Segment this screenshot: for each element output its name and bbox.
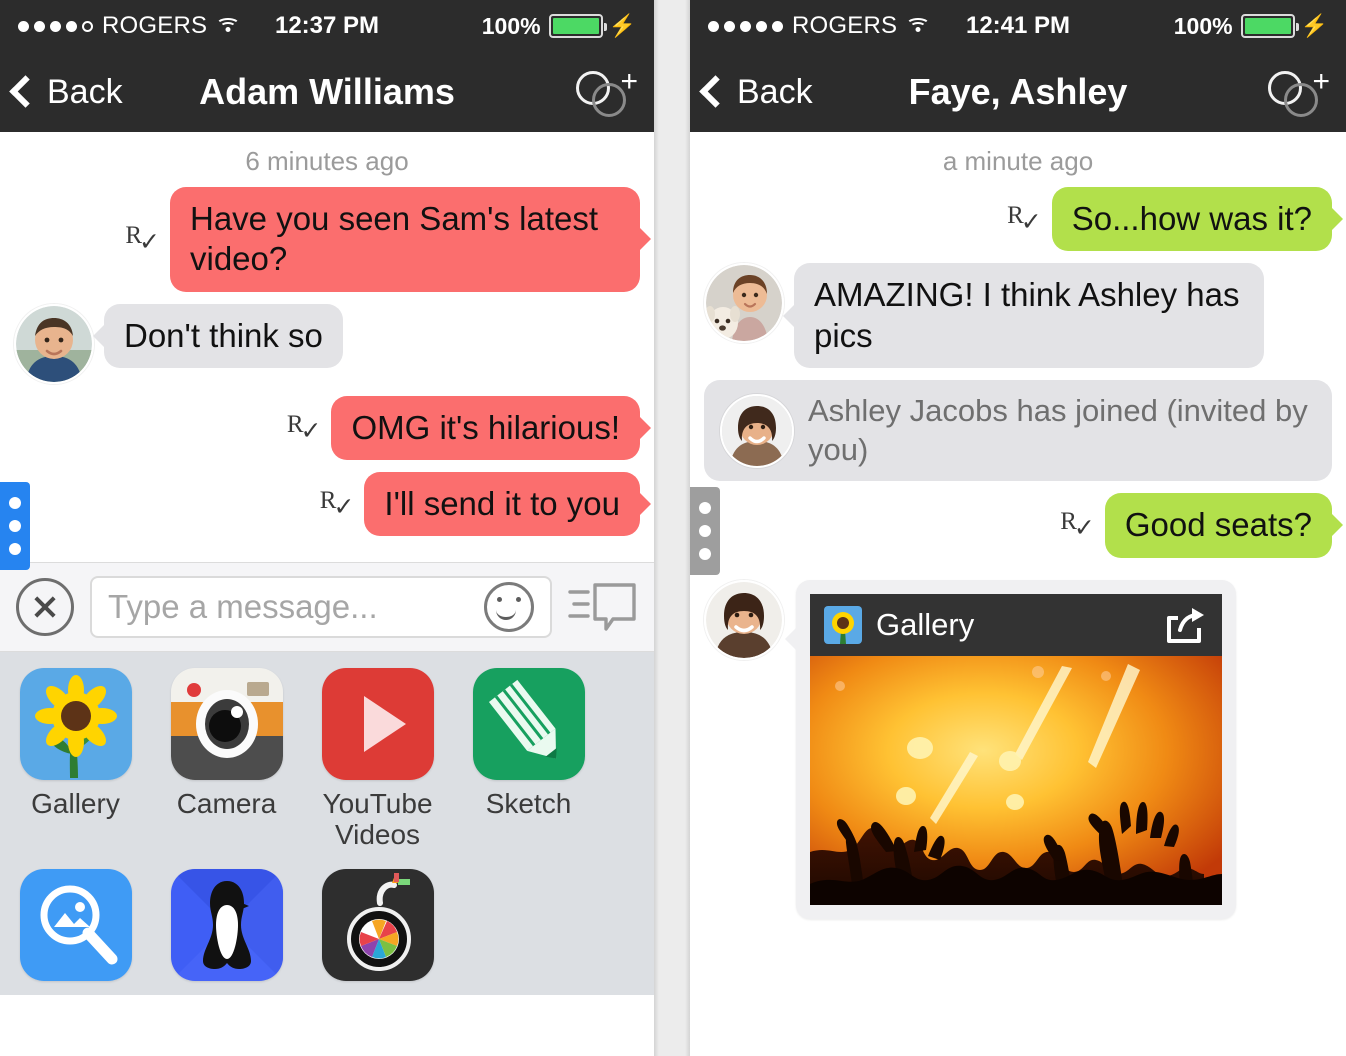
conversation-list-right: a minute ago R ✓ So...how was it? AMAZIN…	[690, 132, 1346, 929]
phone-panel-left: ROGERS 12:37 PM 100% ⚡ Back Adam William…	[0, 0, 654, 1056]
add-people-icon[interactable]: +	[1266, 67, 1332, 117]
avatar	[14, 303, 94, 384]
photo-search-icon	[19, 868, 132, 981]
message-bubble: Good seats?	[1104, 493, 1332, 558]
dual-phone-screenshot: ROGERS 12:37 PM 100% ⚡ Back Adam William…	[0, 0, 1346, 1056]
app-drawer-row: Gallery Camera YouTube Videos Sketch	[0, 668, 654, 857]
conversation-timestamp: 6 minutes ago	[245, 146, 409, 176]
message-composer: Type a message...	[0, 562, 654, 652]
system-message-row[interactable]: Ashley Jacobs has joined (invited by you…	[690, 379, 1346, 494]
app-camera[interactable]: Camera	[151, 668, 302, 857]
read-receipt-icon: R ✓	[286, 410, 322, 445]
phone-panel-right: ROGERS 12:41 PM 100% ⚡ Back Faye, Ashley…	[690, 0, 1346, 1056]
app-label: YouTube Videos	[322, 788, 433, 851]
app-label: Gallery	[31, 788, 120, 819]
status-bar-right: 100% ⚡	[1174, 13, 1328, 40]
message-input[interactable]: Type a message...	[90, 576, 552, 638]
app-gallery[interactable]: Gallery	[0, 668, 151, 857]
battery-percent-label: 100%	[481, 12, 541, 39]
status-bar-left: ROGERS	[708, 12, 931, 40]
wifi-icon	[906, 17, 931, 35]
youtube-icon	[321, 668, 434, 780]
message-row[interactable]: Don't think so	[0, 303, 654, 396]
read-receipt-icon: R ✓	[1060, 508, 1095, 543]
conversation-timestamp: a minute ago	[942, 146, 1094, 176]
message-bubble: Don't think so	[104, 303, 343, 368]
attachment-card-header: Gallery	[810, 593, 1222, 656]
read-receipt-icon: R ✓	[125, 222, 160, 257]
avatar	[704, 263, 784, 344]
read-receipt-icon: R ✓	[319, 486, 355, 521]
battery-icon	[548, 14, 607, 38]
close-circle-icon[interactable]	[16, 578, 74, 636]
app-sketch[interactable]: Sketch	[453, 668, 604, 857]
system-message-text: Ashley Jacobs has joined (invited by you…	[808, 392, 1308, 467]
nav-bar: Back Adam Williams +	[0, 52, 654, 132]
smiley-icon[interactable]	[484, 582, 534, 632]
carrier-name: ROGERS	[102, 12, 208, 39]
carrier-name: ROGERS	[792, 12, 898, 39]
tab-handle[interactable]	[0, 481, 30, 570]
app-drawer: Gallery Camera YouTube Videos Sketch	[0, 652, 654, 995]
sketch-icon	[472, 668, 585, 780]
chevron-left-icon	[9, 75, 42, 108]
app-label: Sketch	[485, 788, 572, 819]
message-bubble: So...how was it?	[1051, 187, 1332, 252]
status-bar-right: 100% ⚡	[482, 13, 636, 40]
message-row[interactable]: R ✓ OMG it's hilarious!	[0, 395, 654, 472]
quick-message-icon[interactable]	[568, 579, 638, 635]
concert-crowd-photo[interactable]	[810, 655, 1222, 905]
signal-strength-dots	[708, 20, 783, 32]
gallery-icon	[19, 668, 132, 780]
app-photo-search[interactable]	[0, 868, 151, 995]
avatar	[720, 393, 794, 468]
attachment-card[interactable]: Gallery	[785, 579, 1236, 919]
back-button[interactable]: Back	[699, 72, 813, 112]
app-penguin[interactable]	[151, 868, 302, 995]
status-bar-left: ROGERS	[18, 12, 241, 40]
status-bar: ROGERS 12:41 PM 100% ⚡	[690, 0, 1346, 52]
camera-icon	[170, 668, 283, 780]
message-row[interactable]: R ✓ So...how was it?	[690, 187, 1346, 263]
tab-handle[interactable]	[690, 487, 720, 576]
message-bubble: I'll send it to you	[364, 471, 640, 536]
message-input-placeholder: Type a message...	[108, 588, 378, 625]
message-row[interactable]: R ✓ I'll send it to you	[0, 471, 654, 570]
message-bubble: OMG it's hilarious!	[331, 395, 640, 460]
message-bubble: Have you seen Sam's latest video?	[170, 187, 640, 292]
message-row[interactable]: R ✓ Have you seen Sam's latest video?	[0, 187, 654, 304]
share-icon[interactable]	[1164, 606, 1208, 644]
status-bar: ROGERS 12:37 PM 100% ⚡	[0, 0, 654, 52]
battery-icon	[1240, 14, 1299, 38]
back-button[interactable]: Back	[9, 72, 123, 112]
signal-strength-dots	[18, 20, 93, 32]
chevron-left-icon	[699, 75, 732, 108]
gallery-icon	[824, 605, 862, 644]
message-row[interactable]: AMAZING! I think Ashley has pics	[690, 263, 1346, 380]
penguin-icon	[170, 868, 283, 981]
message-row[interactable]: R ✓ Good seats?	[690, 487, 1346, 579]
attachment-app-name: Gallery	[876, 606, 975, 642]
bomb-camera-icon	[321, 868, 434, 981]
wifi-icon	[216, 17, 241, 35]
app-bomb-camera[interactable]	[302, 868, 453, 995]
battery-percent-label: 100%	[1173, 12, 1233, 39]
app-label: Camera	[176, 788, 277, 819]
add-people-icon[interactable]: +	[574, 67, 640, 117]
lightning-bolt-icon: ⚡	[608, 13, 636, 38]
app-drawer-row	[0, 857, 654, 995]
back-button-label: Back	[47, 72, 123, 111]
system-message-bubble: Ashley Jacobs has joined (invited by you…	[704, 379, 1332, 482]
attachment-row[interactable]: Gallery	[690, 579, 1346, 929]
lightning-bolt-icon: ⚡	[1300, 13, 1328, 38]
avatar	[704, 579, 784, 660]
read-receipt-icon: R ✓	[1007, 202, 1042, 237]
back-button-label: Back	[737, 72, 813, 111]
nav-bar: Back Faye, Ashley +	[690, 52, 1346, 132]
conversation-list-left: 6 minutes ago R ✓ Have you seen Sam's lat…	[0, 132, 654, 570]
app-youtube[interactable]: YouTube Videos	[302, 668, 453, 857]
message-bubble: AMAZING! I think Ashley has pics	[794, 263, 1264, 368]
panel-divider	[654, 0, 690, 1056]
